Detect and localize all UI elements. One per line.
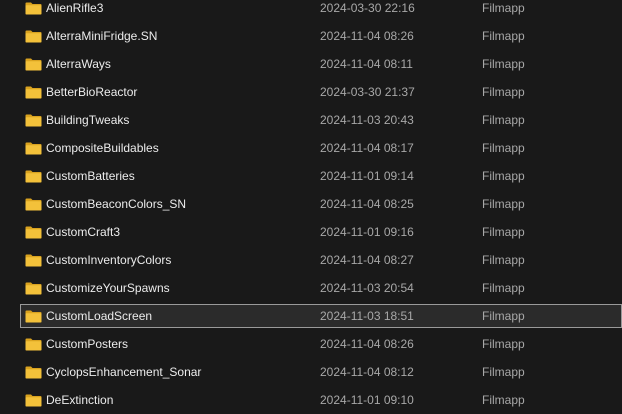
folder-icon [25,2,42,15]
file-row[interactable]: AlienRifle3 2024-03-30 22:16 Filmapp [0,0,622,22]
file-name: AlterraWays [46,57,111,71]
file-type: Filmapp [482,253,525,267]
file-row[interactable]: CustomLoadScreen 2024-11-03 18:51 Filmap… [0,302,622,330]
file-type: Filmapp [482,365,525,379]
file-type: Filmapp [482,337,525,351]
date-modified: 2024-11-04 08:25 [320,197,414,211]
folder-icon [25,30,42,43]
file-type: Filmapp [482,141,525,155]
folder-icon [25,226,42,239]
file-type: Filmapp [482,29,525,43]
date-modified: 2024-03-30 21:37 [320,85,415,99]
date-modified: 2024-11-03 18:51 [320,309,414,323]
date-modified: 2024-11-01 09:16 [320,225,414,239]
file-name: CustomCraft3 [46,225,121,239]
file-row[interactable]: CustomizeYourSpawns 2024-11-03 20:54 Fil… [0,274,622,302]
file-type: Filmapp [482,1,525,15]
folder-icon [25,198,42,211]
file-name: BetterBioReactor [46,85,138,99]
file-type: Filmapp [482,113,525,127]
date-modified: 2024-11-04 08:17 [320,141,414,155]
file-type: Filmapp [482,309,525,323]
file-row[interactable]: CustomBeaconColors_SN 2024-11-04 08:25 F… [0,190,622,218]
file-row[interactable]: BetterBioReactor 2024-03-30 21:37 Filmap… [0,78,622,106]
file-row[interactable]: AlterraWays 2024-11-04 08:11 Filmapp [0,50,622,78]
file-name: CustomBeaconColors_SN [46,197,187,211]
file-type: Filmapp [482,281,525,295]
file-row[interactable]: AlterraMiniFridge.SN 2024-11-04 08:26 Fi… [0,22,622,50]
date-modified: 2024-11-04 08:12 [320,365,414,379]
date-modified: 2024-11-04 08:26 [320,29,414,43]
date-modified: 2024-11-03 20:43 [320,113,414,127]
folder-icon [25,366,42,379]
file-list: AlienRifle3 2024-03-30 22:16 Filmapp Alt… [0,0,622,414]
file-row[interactable]: CompositeBuildables 2024-11-04 08:17 Fil… [0,134,622,162]
file-name: AlterraMiniFridge.SN [46,29,158,43]
file-name: CustomLoadScreen [46,309,153,323]
file-type: Filmapp [482,197,525,211]
file-type: Filmapp [482,169,525,183]
folder-icon [25,170,42,183]
folder-icon [25,282,42,295]
file-name: CustomInventoryColors [46,253,172,267]
folder-icon [25,142,42,155]
file-name: DeExtinction [46,393,114,407]
date-modified: 2024-03-30 22:16 [320,1,415,15]
file-name: CustomPosters [46,337,129,351]
folder-icon [25,114,42,127]
file-row[interactable]: CustomPosters 2024-11-04 08:26 Filmapp [0,330,622,358]
file-name: CyclopsEnhancement_Sonar [46,365,202,379]
file-name: CompositeBuildables [46,141,159,155]
file-type: Filmapp [482,85,525,99]
file-row[interactable]: CustomInventoryColors 2024-11-04 08:27 F… [0,246,622,274]
date-modified: 2024-11-04 08:26 [320,337,414,351]
file-type: Filmapp [482,225,525,239]
date-modified: 2024-11-04 08:27 [320,253,414,267]
file-name: AlienRifle3 [46,1,104,15]
file-row[interactable]: BuildingTweaks 2024-11-03 20:43 Filmapp [0,106,622,134]
folder-icon [25,58,42,71]
file-name: BuildingTweaks [46,113,130,127]
file-type: Filmapp [482,57,525,71]
file-row[interactable]: CyclopsEnhancement_Sonar 2024-11-04 08:1… [0,358,622,386]
date-modified: 2024-11-03 20:54 [320,281,414,295]
file-name: CustomizeYourSpawns [46,281,170,295]
folder-icon [25,86,42,99]
date-modified: 2024-11-01 09:10 [320,393,414,407]
file-name: CustomBatteries [46,169,135,183]
folder-icon [25,254,42,267]
date-modified: 2024-11-01 09:14 [320,169,414,183]
folder-icon [25,394,42,407]
file-row[interactable]: DeExtinction 2024-11-01 09:10 Filmapp [0,386,622,414]
folder-icon [25,310,42,323]
file-row[interactable]: CustomBatteries 2024-11-01 09:14 Filmapp [0,162,622,190]
file-row[interactable]: CustomCraft3 2024-11-01 09:16 Filmapp [0,218,622,246]
date-modified: 2024-11-04 08:11 [320,57,413,71]
folder-icon [25,338,42,351]
file-type: Filmapp [482,393,525,407]
